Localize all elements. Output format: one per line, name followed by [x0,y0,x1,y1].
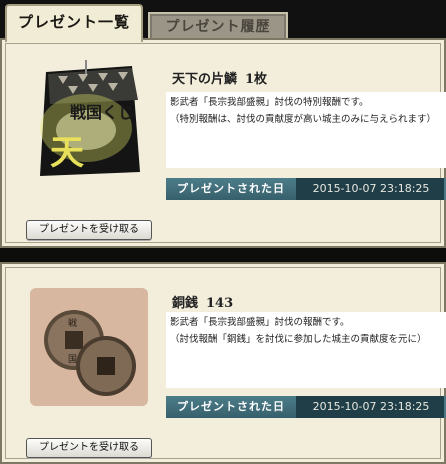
gift-quantity: 143 [206,296,234,311]
tab-present-history[interactable]: プレゼント履歴 [148,12,288,40]
gift-thumbnail-kuji: 戦国くじ 天 [40,60,140,176]
date-label: プレゼントされた日 [166,396,296,418]
gift-title: 銅銭 143 [172,292,233,311]
gift-card: 戦国くじ 天 天下の片鱗 1枚 影武者「長宗我部盛親」討伐の特別報酬です。 （特別… [0,38,446,248]
gift-title: 天下の片鱗 1枚 [172,68,267,87]
gift-description: 影武者「長宗我部盛親」討伐の報酬です。 （討伐報酬「銅銭」を討伐に参加した城主の… [166,312,446,388]
date-value: 2015-10-07 23:18:25 [296,396,446,418]
desc-line: 影武者「長宗我部盛親」討伐の報酬です。 [170,317,350,328]
gift-card: 戦 国 銅銭 143 影武者「長宗我部盛親」討伐の報酬です。 （討伐報酬「銅銭」を… [0,262,446,464]
thumb-text: 戦国くじ [70,103,134,122]
receive-gift-button[interactable]: プレゼントを受け取る [26,220,152,240]
gift-description: 影武者「長宗我部盛親」討伐の特別報酬です。 （特別報酬は、討伐の貢献度が高い城主… [166,92,446,168]
tab-bar: プレゼント一覧 プレゼント履歴 [0,0,446,42]
receive-gift-button[interactable]: プレゼントを受け取る [26,438,152,458]
tab-present-list[interactable]: プレゼント一覧 [5,4,143,42]
gift-name: 天下の片鱗 [172,72,238,87]
gift-quantity: 1枚 [245,72,268,87]
gift-thumbnail-coins: 戦 国 [30,288,148,406]
desc-line: （討伐報酬「銅銭」を討伐に参加した城主の貢献度を元に） [170,334,427,345]
coin-char: 国 [68,354,77,365]
gift-name: 銅銭 [172,296,199,311]
desc-line: （特別報酬は、討伐の貢献度が高い城主のみに与えられます） [170,114,437,125]
date-label: プレゼントされた日 [166,178,296,200]
desc-line: 影武者「長宗我部盛親」討伐の特別報酬です。 [170,97,369,108]
gift-date-bar: プレゼントされた日 2015-10-07 23:18:25 [166,396,446,418]
date-value: 2015-10-07 23:18:25 [296,178,446,200]
gift-date-bar: プレゼントされた日 2015-10-07 23:18:25 [166,178,446,200]
coin-char: 戦 [68,317,77,329]
thumb-big-char: 天 [50,133,84,173]
